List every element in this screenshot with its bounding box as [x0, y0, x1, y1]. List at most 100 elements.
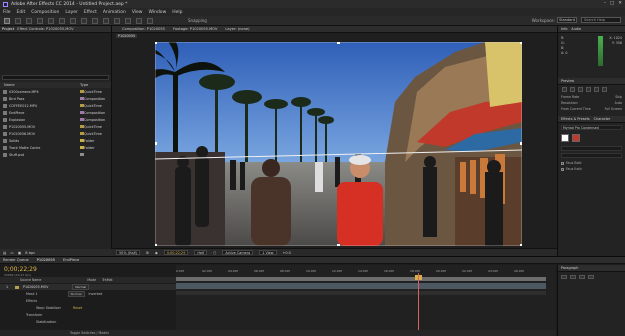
- align-right-icon[interactable]: [579, 275, 585, 279]
- fill-color-swatch[interactable]: [561, 134, 569, 142]
- new-folder-icon[interactable]: ▭: [10, 251, 13, 255]
- font-size-field[interactable]: [561, 146, 622, 151]
- search-help-input[interactable]: Search Help: [581, 17, 621, 23]
- timeline-track-area[interactable]: 0:00f 02:00f 04:00f 06:00f 08:00f 10:00f…: [176, 265, 556, 336]
- menu-help[interactable]: Help: [172, 10, 182, 15]
- new-composition-icon[interactable]: ▣: [18, 251, 21, 255]
- zoom-tool-icon[interactable]: [26, 17, 32, 24]
- effects-group-row[interactable]: Effects: [0, 298, 176, 304]
- column-mode[interactable]: Mode: [87, 278, 96, 282]
- rotate-tool-icon[interactable]: [37, 17, 43, 24]
- ram-preview-icon[interactable]: [602, 87, 607, 92]
- list-item[interactable]: Solids Folder: [0, 137, 111, 144]
- tab-composition[interactable]: Composition: P1020055: [122, 27, 165, 31]
- next-frame-icon[interactable]: [586, 87, 591, 92]
- list-item[interactable]: P1020056.MOV QuickTime: [0, 130, 111, 137]
- pen-tool-icon[interactable]: [70, 17, 76, 24]
- mask-row[interactable]: Mask 1 Normal Inverted: [0, 291, 176, 297]
- tab-p1020055[interactable]: P1020055: [37, 258, 55, 262]
- list-item[interactable]: Stuff.psd: [0, 151, 111, 158]
- tab-character[interactable]: Character: [594, 117, 611, 121]
- roto-brush-tool-icon[interactable]: [136, 17, 142, 24]
- tracking-field[interactable]: [561, 153, 622, 158]
- region-of-interest-icon[interactable]: ▢: [213, 251, 216, 255]
- selection-tool-icon[interactable]: [4, 17, 10, 24]
- puppet-tool-icon[interactable]: [147, 17, 153, 24]
- tab-endpiece[interactable]: EndPiece: [63, 258, 79, 262]
- stroke-color-swatch[interactable]: [572, 134, 580, 142]
- minimize-icon[interactable]: –: [604, 1, 606, 6]
- mask-inverted-label[interactable]: Inverted: [89, 292, 103, 296]
- work-area-bar[interactable]: [176, 277, 546, 281]
- menu-animation[interactable]: Animation: [103, 10, 126, 15]
- snapshot-icon[interactable]: ◉: [155, 251, 158, 255]
- align-left-icon[interactable]: [561, 275, 567, 279]
- exposure-value[interactable]: +0.0: [283, 251, 291, 255]
- workspace-dropdown[interactable]: Standard: [557, 17, 577, 23]
- type-tool-icon[interactable]: [92, 17, 98, 24]
- composition-breadcrumb[interactable]: P1020055: [116, 34, 138, 38]
- warp-stabilizer-row[interactable]: Warp Stabilizer Reset: [0, 305, 176, 311]
- project-search-input[interactable]: [2, 75, 109, 80]
- align-center-icon[interactable]: [570, 275, 576, 279]
- layer-mode-dropdown[interactable]: Normal: [72, 284, 90, 290]
- justify-icon[interactable]: [588, 275, 594, 279]
- hand-tool-icon[interactable]: [15, 17, 21, 24]
- zoom-dropdown[interactable]: 50% (Half): [116, 250, 141, 255]
- column-trkmat[interactable]: TrkMat: [102, 278, 113, 282]
- column-source-name[interactable]: Source Name: [20, 278, 41, 282]
- close-icon[interactable]: ✕: [618, 1, 622, 6]
- tab-project[interactable]: Project: [2, 27, 14, 31]
- list-item[interactable]: Track Matte Cache Folder: [0, 144, 111, 151]
- last-frame-icon[interactable]: [594, 87, 599, 92]
- camera-tool-icon[interactable]: [48, 17, 54, 24]
- tab-effect-controls[interactable]: Effect Controls: P1020055.MOV: [17, 27, 73, 31]
- menu-edit[interactable]: Edit: [17, 10, 26, 15]
- character-option[interactable]: Faux Italic: [558, 166, 625, 172]
- column-name[interactable]: Name: [0, 83, 80, 87]
- menu-layer[interactable]: Layer: [65, 10, 78, 15]
- menu-composition[interactable]: Composition: [31, 10, 59, 15]
- pan-behind-tool-icon[interactable]: [59, 17, 65, 24]
- tab-footage[interactable]: Footage: P1020055.MOV: [173, 27, 217, 31]
- prev-frame-icon[interactable]: [570, 87, 575, 92]
- grid-icon[interactable]: ⊞: [146, 251, 149, 255]
- play-icon[interactable]: [578, 87, 583, 92]
- tab-layer[interactable]: Layer: (none): [225, 27, 249, 31]
- time-ruler[interactable]: 0:00f 02:00f 04:00f 06:00f 08:00f 10:00f…: [176, 269, 556, 277]
- menu-view[interactable]: View: [132, 10, 143, 15]
- playhead-line[interactable]: [418, 273, 419, 336]
- stabilization-row[interactable]: Stabilization: [0, 319, 176, 325]
- interpret-footage-icon[interactable]: ▤: [3, 251, 6, 255]
- timeline-current-time[interactable]: 0;00;22;29: [4, 266, 37, 273]
- snapping-toggle[interactable]: Snapping: [188, 18, 207, 23]
- list-item[interactable]: COFFEE012.MP4 QuickTime: [0, 102, 111, 109]
- column-type[interactable]: Type: [80, 83, 88, 87]
- menu-effect[interactable]: Effect: [84, 10, 97, 15]
- clone-tool-icon[interactable]: [114, 17, 120, 24]
- layer-duration-bar[interactable]: [176, 283, 546, 289]
- tab-audio[interactable]: Audio: [571, 27, 581, 31]
- transform-group-row[interactable]: Transform: [0, 312, 176, 318]
- bit-depth-toggle[interactable]: 8 bpc: [25, 251, 35, 255]
- preview-pref-row[interactable]: From Current Time Full Screen: [558, 106, 625, 112]
- views-dropdown[interactable]: 1 View: [259, 250, 277, 255]
- toggle-switches-modes[interactable]: Toggle Switches / Modes: [0, 330, 556, 336]
- tab-preview[interactable]: Preview: [561, 79, 574, 83]
- mask-tool-icon[interactable]: [81, 17, 87, 24]
- resolution-dropdown[interactable]: Half: [194, 250, 208, 255]
- list-item[interactable]: P1020055.MOV QuickTime: [0, 123, 111, 130]
- menu-file[interactable]: File: [3, 10, 11, 15]
- current-time-display[interactable]: 0;00;22;29: [163, 250, 189, 255]
- maximize-icon[interactable]: □: [610, 1, 614, 6]
- list-item[interactable]: Bird Pass Composition: [0, 95, 111, 102]
- tab-info[interactable]: Info: [561, 27, 567, 31]
- composition-frame[interactable]: [155, 42, 522, 246]
- eraser-tool-icon[interactable]: [125, 17, 131, 24]
- brush-tool-icon[interactable]: [103, 17, 109, 24]
- tab-effects-presets[interactable]: Effects & Presets: [561, 117, 590, 121]
- tab-paragraph[interactable]: Paragraph: [561, 266, 578, 270]
- list-item[interactable]: EndPiece Composition: [0, 109, 111, 116]
- tab-render-queue[interactable]: Render Queue: [3, 258, 29, 262]
- timeline-layer-row[interactable]: 1 P1020055.MOV Normal: [0, 284, 176, 290]
